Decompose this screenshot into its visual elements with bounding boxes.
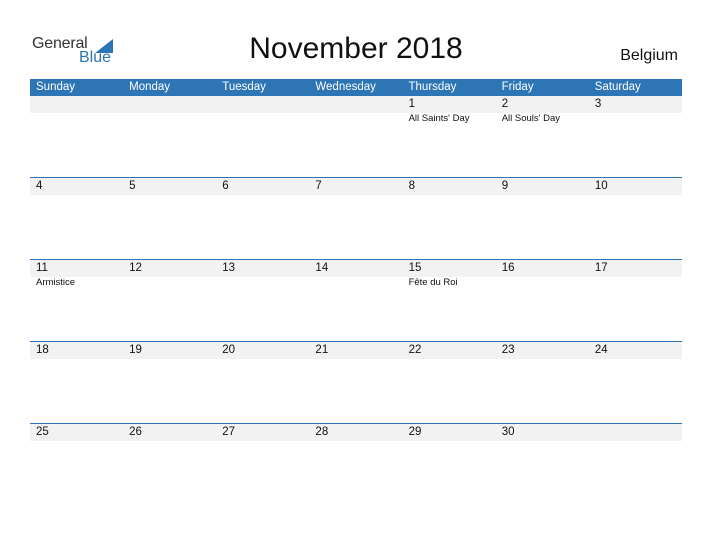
day-cell	[216, 96, 309, 176]
day-cell: 14	[309, 260, 402, 340]
day-cell: 30	[496, 424, 589, 504]
week-row: 11 Armistice 12 13 14 15 Fête du Roi 16 17	[30, 259, 682, 341]
weekday-saturday: Saturday	[594, 81, 641, 93]
day-number: 22	[408, 344, 422, 356]
day-cell: 2 All Souls' Day	[496, 96, 589, 176]
week-row: 1 All Saints' Day 2 All Souls' Day 3	[30, 96, 682, 177]
day-number: 28	[315, 426, 329, 438]
day-number: 23	[501, 344, 515, 356]
day-cell: 1 All Saints' Day	[403, 96, 496, 176]
weekday-friday: Friday	[501, 81, 534, 93]
week-row: 18 19 20 21 22 23 24	[30, 341, 682, 423]
day-number: 19	[129, 344, 142, 356]
day-number: 8	[408, 180, 415, 192]
day-cell	[589, 424, 682, 504]
day-number: 27	[222, 426, 236, 438]
holiday-label: Armistice	[36, 277, 76, 288]
day-cell	[30, 96, 123, 176]
day-cell: 3	[589, 96, 682, 176]
day-number: 10	[594, 180, 608, 192]
day-cell: 15 Fête du Roi	[403, 260, 496, 340]
holiday-label: All Souls' Day	[501, 113, 561, 124]
week-row: 25 26 27 28 29 30	[30, 423, 682, 505]
day-cell: 23	[496, 342, 589, 422]
day-number: 30	[501, 426, 515, 438]
day-cell: 24	[589, 342, 682, 422]
day-cell: 28	[309, 424, 402, 504]
day-number: 9	[501, 180, 509, 192]
day-number: 11	[36, 262, 48, 274]
weekday-wednesday: Wednesday	[315, 81, 376, 93]
country-label: Belgium	[620, 47, 678, 64]
day-number: 6	[222, 180, 229, 192]
day-number: 12	[129, 262, 142, 274]
day-number: 21	[315, 344, 329, 356]
holiday-label: Fête du Roi	[408, 277, 458, 288]
day-cell: 7	[309, 178, 402, 258]
day-cell: 12	[123, 260, 216, 340]
day-cell: 20	[216, 342, 309, 422]
day-number: 24	[594, 344, 608, 356]
day-cell: 17	[589, 260, 682, 340]
day-number: 18	[36, 344, 49, 356]
calendar-grid: 1 All Saints' Day 2 All Souls' Day 3 4 5 6 7 8 9 10…	[30, 96, 682, 505]
day-number: 14	[315, 262, 329, 274]
day-cell: 8	[403, 178, 496, 258]
day-number: 1	[408, 98, 415, 110]
week-row: 4 5 6 7 8 9 10	[30, 177, 682, 259]
day-cell: 10	[589, 178, 682, 258]
day-number: 29	[408, 426, 422, 438]
day-cell: 22	[403, 342, 496, 422]
day-cell	[123, 96, 216, 176]
weekday-tuesday: Tuesday	[222, 81, 266, 93]
day-cell: 13	[216, 260, 309, 340]
day-cell: 27	[216, 424, 309, 504]
day-cell: 21	[309, 342, 402, 422]
day-cell: 16	[496, 260, 589, 340]
calendar-title: November 2018	[249, 32, 463, 65]
weekday-sunday: Sunday	[36, 81, 76, 93]
day-number: 13	[222, 262, 236, 274]
day-cell: 9	[496, 178, 589, 258]
holiday-label: All Saints' Day	[408, 113, 470, 124]
day-cell: 18	[30, 342, 123, 422]
day-cell: 4	[30, 178, 123, 258]
weekday-monday: Monday	[129, 81, 171, 93]
day-number: 3	[594, 98, 602, 110]
day-number: 26	[129, 426, 142, 438]
day-cell	[309, 96, 402, 176]
day-number: 20	[222, 344, 236, 356]
day-number: 4	[36, 180, 43, 192]
weekday-thursday: Thursday	[408, 81, 457, 93]
day-cell: 26	[123, 424, 216, 504]
weekday-header: Sunday Monday Tuesday Wednesday Thursday…	[30, 79, 682, 96]
day-cell: 25	[30, 424, 123, 504]
day-cell: 5	[123, 178, 216, 258]
day-number: 25	[36, 426, 49, 438]
day-number: 5	[129, 180, 136, 192]
day-number: 17	[594, 262, 608, 274]
day-number: 16	[501, 262, 515, 274]
day-cell: 11 Armistice	[30, 260, 123, 340]
day-cell: 6	[216, 178, 309, 258]
day-number: 7	[315, 180, 322, 192]
day-number: 15	[408, 262, 422, 274]
day-number: 2	[501, 98, 509, 110]
day-cell: 29	[403, 424, 496, 504]
day-cell: 19	[123, 342, 216, 422]
